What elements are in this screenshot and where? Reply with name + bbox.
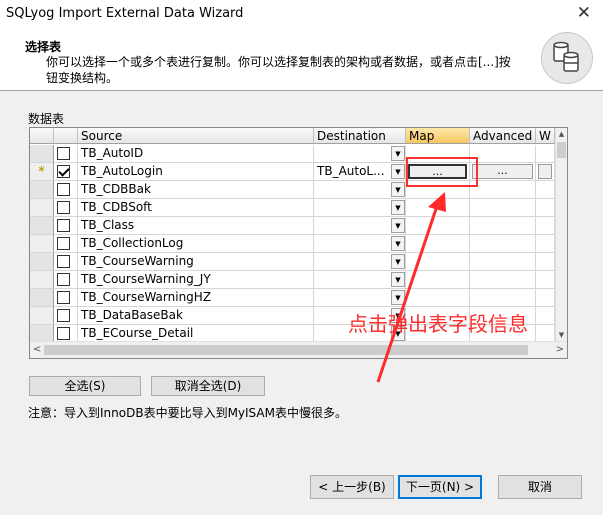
annotation-arrow-icon xyxy=(376,192,446,383)
annotation-text: 点击弹出表字段信息 xyxy=(348,312,528,336)
